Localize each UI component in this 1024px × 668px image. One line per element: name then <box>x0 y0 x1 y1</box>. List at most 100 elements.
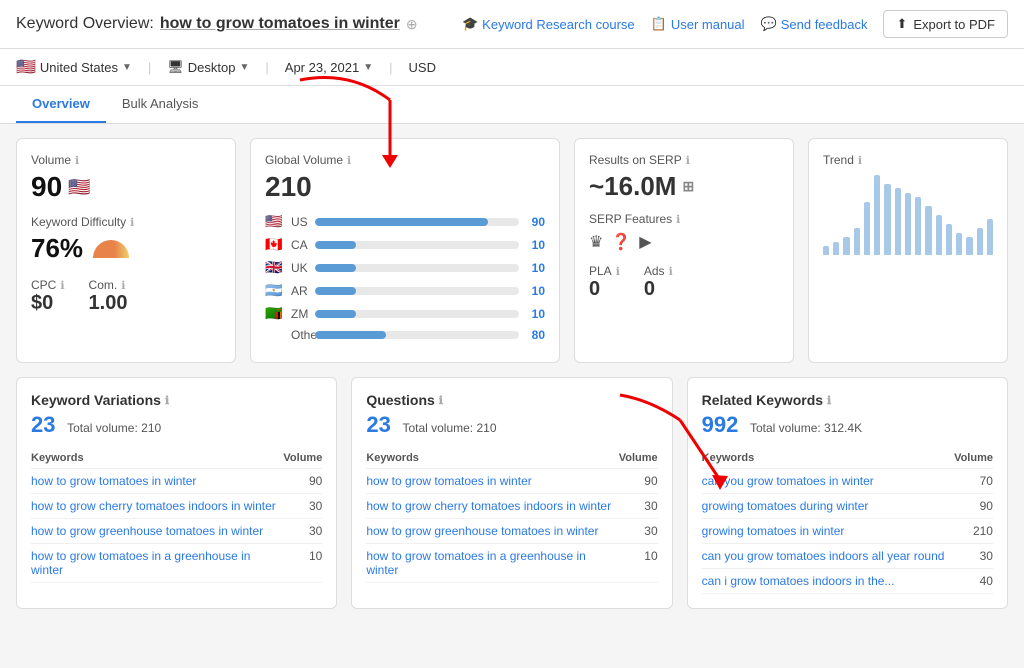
export-pdf-button[interactable]: ⬆ Export to PDF <box>883 10 1008 38</box>
volume-card: Volume ℹ 90 🇺🇸 Keyword Difficulty ℹ 76% <box>16 138 236 363</box>
keyword-link[interactable]: how to grow greenhouse tomatoes in winte… <box>366 524 598 538</box>
tab-overview[interactable]: Overview <box>16 86 106 123</box>
table-row: how to grow greenhouse tomatoes in winte… <box>31 519 322 544</box>
rk-col-keywords: Keywords <box>702 448 953 469</box>
kv-count-row: 23 Total volume: 210 <box>31 412 322 438</box>
bar-num: 10 <box>525 307 545 321</box>
trend-bar <box>936 215 942 255</box>
table-row: growing tomatoes during winter 90 <box>702 494 993 519</box>
toolbar-divider-1: | <box>148 60 151 75</box>
keyword-volume: 10 <box>619 544 658 583</box>
keyword-link[interactable]: how to grow tomatoes in winter <box>366 474 531 488</box>
table-row: how to grow tomatoes in a greenhouse in … <box>31 544 322 583</box>
keyword-link[interactable]: how to grow cherry tomatoes indoors in w… <box>366 499 611 513</box>
bar-num: 10 <box>525 238 545 252</box>
volume-value-row: 90 🇺🇸 <box>31 171 221 203</box>
keyword-link[interactable]: how to grow tomatoes in winter <box>31 474 196 488</box>
global-volume-label: Global Volume ℹ <box>265 153 545 167</box>
date-selector[interactable]: Apr 23, 2021 ▼ <box>285 60 373 75</box>
q-info-icon[interactable]: ℹ <box>439 394 443 407</box>
keyword-link[interactable]: can you grow tomatoes in winter <box>702 474 874 488</box>
keyword-link[interactable]: growing tomatoes in winter <box>702 524 845 538</box>
country-flag: 🇺🇸 <box>16 57 36 77</box>
toolbar: 🇺🇸 United States ▼ | 🖥 Desktop ▼ | Apr 2… <box>0 49 1024 86</box>
keyword-link[interactable]: can you grow tomatoes indoors all year r… <box>702 549 945 563</box>
header-left: Keyword Overview: how to grow tomatoes i… <box>16 15 418 33</box>
date-label: Apr 23, 2021 <box>285 60 359 75</box>
table-row: how to grow cherry tomatoes indoors in w… <box>366 494 657 519</box>
bar-background <box>315 218 519 226</box>
keyword-link[interactable]: how to grow cherry tomatoes indoors in w… <box>31 499 276 513</box>
serp-copy-icon[interactable]: ⊞ <box>682 178 694 195</box>
keyword-link[interactable]: how to grow tomatoes in a greenhouse in … <box>31 549 250 577</box>
keyword-link[interactable]: how to grow tomatoes in a greenhouse in … <box>366 549 585 577</box>
bar-fill <box>315 331 386 339</box>
rk-table: Keywords Volume can you grow tomatoes in… <box>702 448 993 594</box>
bar-flag: 🇨🇦 <box>265 236 285 253</box>
trend-info-icon[interactable]: ℹ <box>858 154 862 167</box>
trend-bar <box>977 228 983 255</box>
kv-count: 23 <box>31 412 55 438</box>
kv-table: Keywords Volume how to grow tomatoes in … <box>31 448 322 583</box>
main-content: Volume ℹ 90 🇺🇸 Keyword Difficulty ℹ 76% <box>0 124 1024 623</box>
edit-icon[interactable]: ⊕ <box>406 16 418 33</box>
trend-bar <box>925 206 931 255</box>
serp-pla-value: 0 <box>589 278 620 301</box>
trend-bar <box>884 184 890 255</box>
table-row: how to grow cherry tomatoes indoors in w… <box>31 494 322 519</box>
com-value: 1.00 <box>89 292 128 315</box>
trend-bar <box>874 175 880 255</box>
kv-info-icon[interactable]: ℹ <box>165 394 169 407</box>
keyword-volume: 30 <box>619 519 658 544</box>
cards-row: Volume ℹ 90 🇺🇸 Keyword Difficulty ℹ 76% <box>16 138 1008 363</box>
pla-info-icon[interactable]: ℹ <box>616 265 620 278</box>
rk-info-icon[interactable]: ℹ <box>827 394 831 407</box>
ads-info-icon[interactable]: ℹ <box>669 265 673 278</box>
trend-bar <box>823 246 829 255</box>
serp-play-icon: ▶ <box>639 232 651 252</box>
kv-col-volume: Volume <box>283 448 322 469</box>
keyword-link[interactable]: how to grow greenhouse tomatoes in winte… <box>31 524 263 538</box>
keyword-volume: 30 <box>619 494 658 519</box>
serp-features-info-icon[interactable]: ℹ <box>676 213 680 226</box>
global-volume-card: Global Volume ℹ 210 🇺🇸US90🇨🇦CA10🇬🇧UK10🇦🇷… <box>250 138 560 363</box>
bar-num: 80 <box>525 328 545 342</box>
keyword-link[interactable]: growing tomatoes during winter <box>702 499 869 513</box>
bar-code: CA <box>291 238 309 252</box>
user-manual-link[interactable]: 📋 User manual <box>651 16 745 32</box>
serp-ads-label: Ads ℹ <box>644 264 673 278</box>
table-row: how to grow tomatoes in winter90 <box>31 469 322 494</box>
send-feedback-link[interactable]: 💬 Send feedback <box>761 16 868 32</box>
tabs-bar: Overview Bulk Analysis <box>0 86 1024 124</box>
kd-value: 76% <box>31 233 221 264</box>
keyword-research-course-link[interactable]: 🎓 Keyword Research course <box>462 16 635 32</box>
header-title-static: Keyword Overview: <box>16 15 154 33</box>
kd-info-icon[interactable]: ℹ <box>130 216 134 229</box>
global-bar-row: 🇺🇸US90 <box>265 213 545 230</box>
serp-crown-icon: ♛ <box>589 232 603 252</box>
cpc-value: $0 <box>31 292 65 315</box>
volume-info-icon[interactable]: ℹ <box>75 154 79 167</box>
device-selector[interactable]: 🖥 Desktop ▼ <box>167 59 249 75</box>
related-keywords-section: Related Keywords ℹ 992 Total volume: 312… <box>687 377 1008 609</box>
cpc-label: CPC ℹ <box>31 278 65 292</box>
keyword-volume: 90 <box>953 494 993 519</box>
tab-bulk-analysis[interactable]: Bulk Analysis <box>106 86 215 123</box>
rk-col-volume: Volume <box>953 448 993 469</box>
country-selector[interactable]: 🇺🇸 United States ▼ <box>16 57 132 77</box>
serp-card: Results on SERP ℹ ~16.0M ⊞ SERP Features… <box>574 138 794 363</box>
export-icon: ⬆ <box>896 16 907 32</box>
serp-pla-ads-row: PLA ℹ 0 Ads ℹ 0 <box>589 264 779 301</box>
cpc-info-icon[interactable]: ℹ <box>60 279 64 292</box>
keyword-link[interactable]: can i grow tomatoes indoors in the... <box>702 574 895 588</box>
serp-info-icon[interactable]: ℹ <box>686 154 690 167</box>
bar-flag: 🇿🇲 <box>265 305 285 322</box>
trend-bar <box>864 202 870 255</box>
global-volume-info-icon[interactable]: ℹ <box>347 154 351 167</box>
com-info-icon[interactable]: ℹ <box>121 279 125 292</box>
table-row: how to grow tomatoes in a greenhouse in … <box>366 544 657 583</box>
keyword-volume: 10 <box>283 544 322 583</box>
rk-title: Related Keywords ℹ <box>702 392 993 408</box>
global-bar-row: 🇬🇧UK10 <box>265 259 545 276</box>
kv-title: Keyword Variations ℹ <box>31 392 322 408</box>
